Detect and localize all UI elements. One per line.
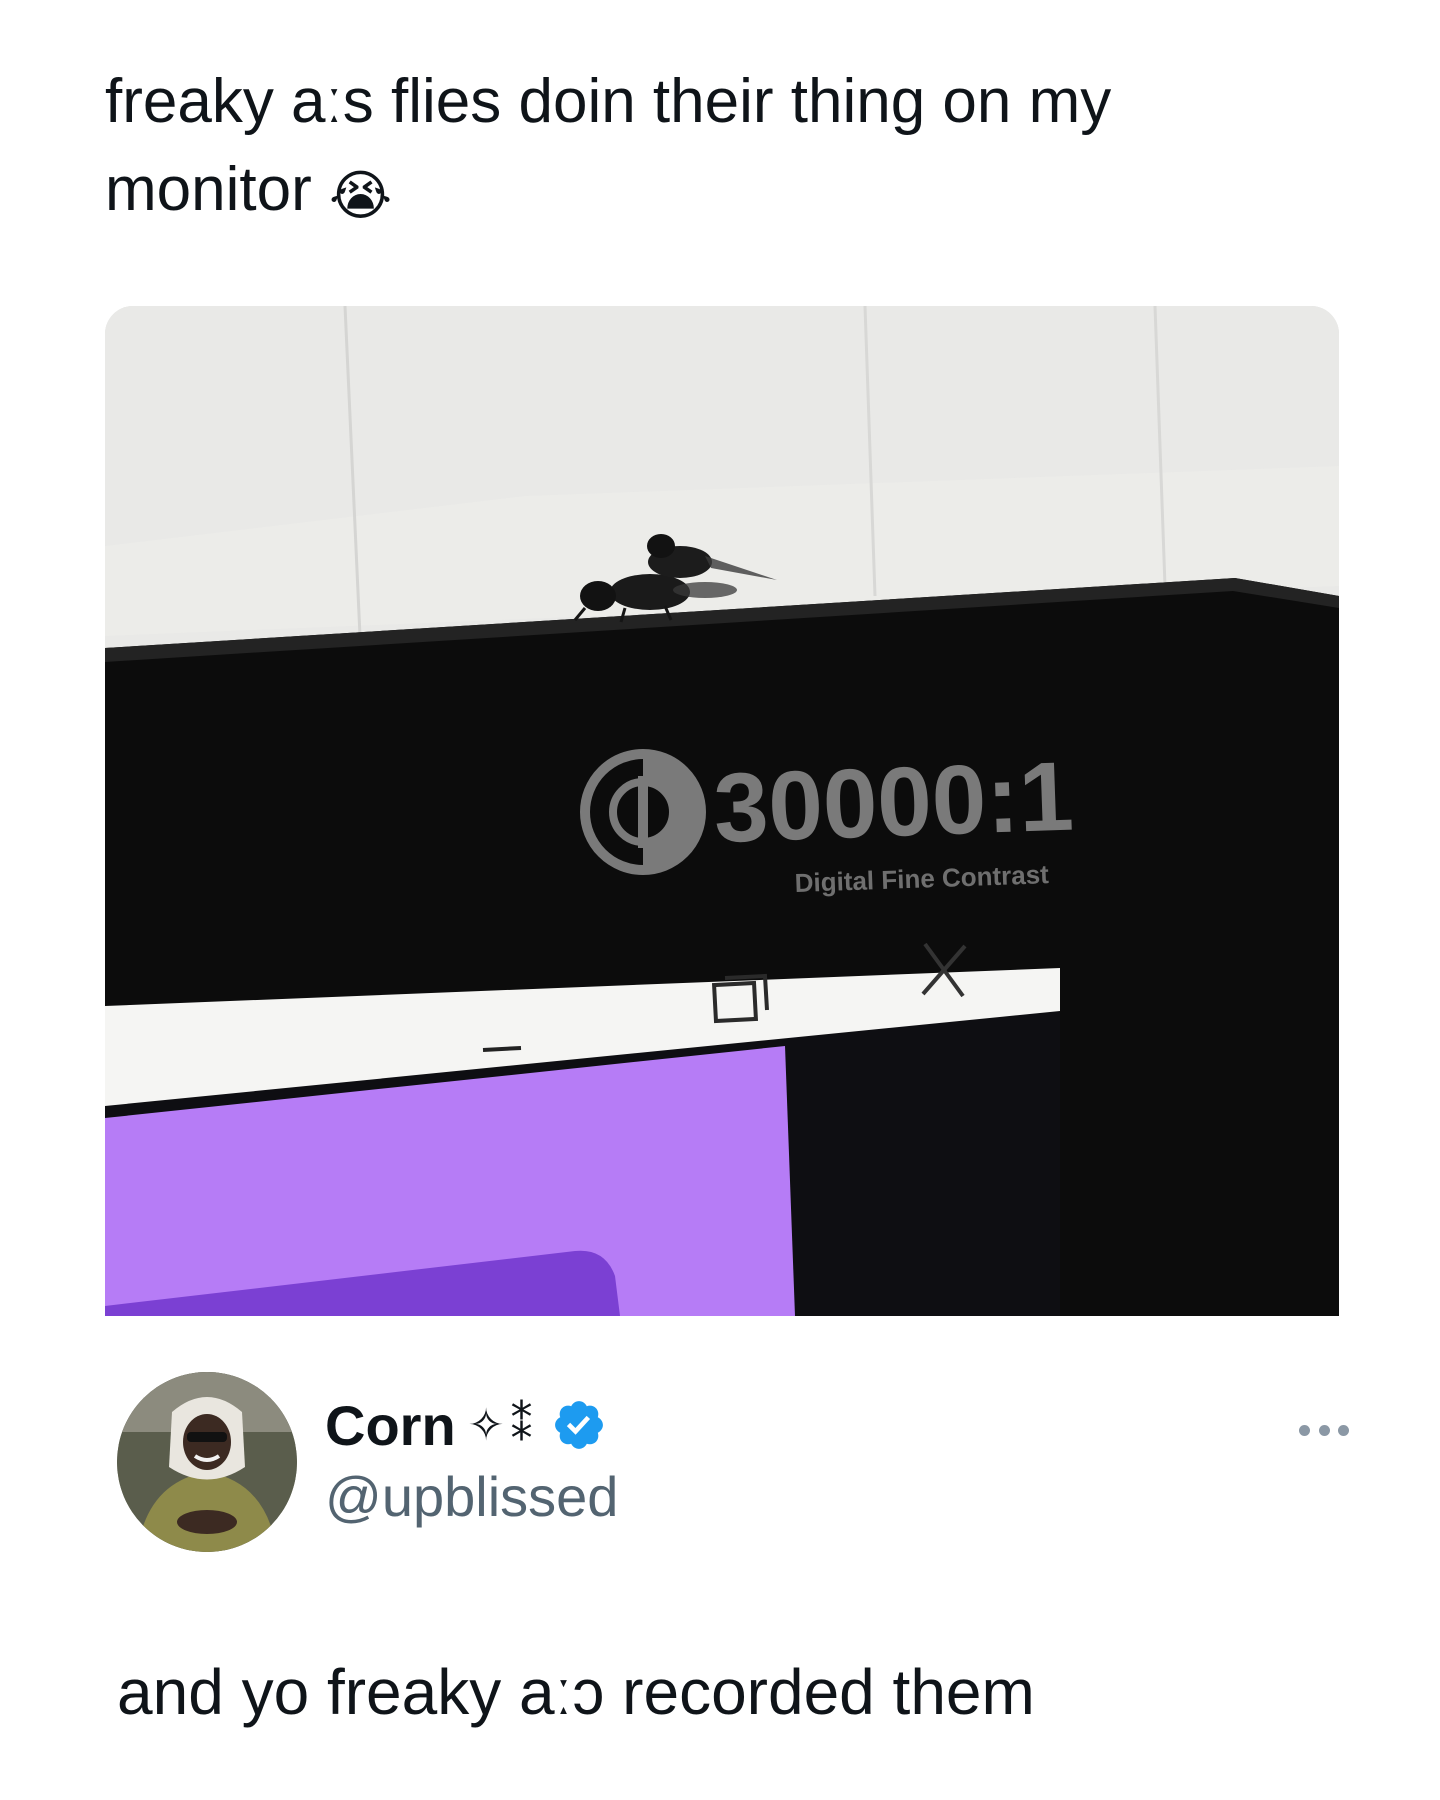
verified-badge-icon — [554, 1401, 603, 1449]
quoted-tweet-body: freaky aːs flies doin their thing on my … — [105, 67, 1112, 224]
more-dot-2 — [1318, 1424, 1330, 1436]
monitor-photo: 30000:1 Digital Fine Contrast — [105, 306, 1339, 1316]
author-name-line: Corn ✧⁑ — [325, 1390, 607, 1460]
tweet-text: and yo freaky aːɔ recorded them — [117, 1656, 1035, 1728]
author-display-name[interactable]: Corn — [325, 1393, 456, 1458]
quoted-tweet-text: freaky aːs flies doin their thing on my … — [105, 58, 1285, 240]
tweet-screenshot: freaky aːs flies doin their thing on my … — [0, 0, 1440, 1800]
avatar[interactable] — [117, 1372, 297, 1552]
more-dot-3 — [1338, 1424, 1349, 1436]
tweet-author: Corn ✧⁑ @upblissed — [117, 1372, 1357, 1552]
more-options-icon[interactable] — [1299, 1420, 1349, 1440]
loudly-crying-face-icon: 😭 — [328, 164, 393, 227]
contrast-ratio-label: 30000:1 — [712, 741, 1075, 863]
author-handle[interactable]: @upblissed — [325, 1464, 618, 1529]
more-dot-1 — [1299, 1424, 1310, 1436]
minimize-icon — [482, 1046, 522, 1052]
sparkle-decoration-icon: ✧⁑ — [467, 1399, 539, 1451]
avatar-image — [117, 1372, 297, 1552]
tweet-media-photo[interactable]: 30000:1 Digital Fine Contrast — [105, 306, 1339, 1316]
